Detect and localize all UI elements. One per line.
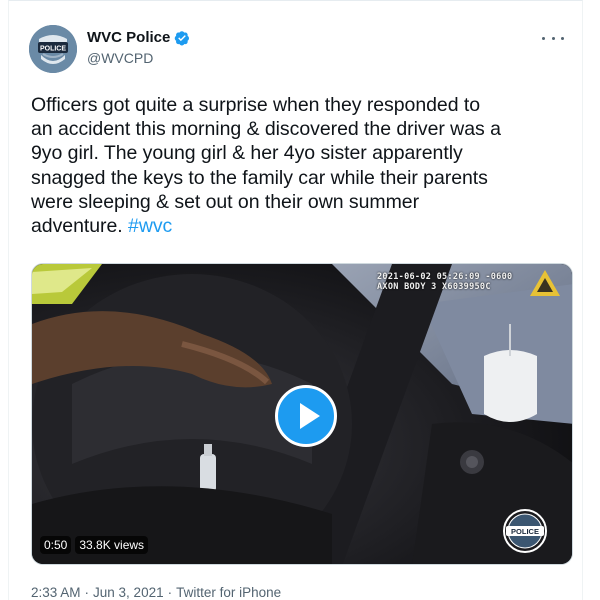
tweet-source[interactable]: Twitter for iPhone bbox=[176, 585, 281, 600]
axon-logo-icon bbox=[530, 270, 560, 296]
video-views: 33.8K views bbox=[75, 536, 149, 554]
tweet-text-line-last: adventure. #wvc bbox=[31, 214, 571, 238]
play-button[interactable] bbox=[275, 385, 337, 447]
meta-separator: · bbox=[167, 585, 173, 600]
verified-badge-icon bbox=[175, 30, 190, 45]
police-badge-avatar-icon: POLICE bbox=[29, 25, 77, 73]
tweet-text: Officers got quite a surprise when they … bbox=[31, 93, 571, 238]
bodycam-timestamp: 2021-06-02 05:26:09 -0600 AXON BODY 3 X6… bbox=[377, 272, 512, 292]
more-options-icon[interactable] bbox=[542, 30, 564, 46]
hashtag-link[interactable]: #wvc bbox=[128, 215, 172, 237]
tweet-time[interactable]: 2:33 AM bbox=[31, 585, 81, 600]
video-player[interactable]: 2021-06-02 05:26:09 -0600 AXON BODY 3 X6… bbox=[31, 263, 573, 565]
svg-text:POLICE: POLICE bbox=[40, 46, 66, 53]
tweet-text-line: snagged the keys to the family car while… bbox=[31, 166, 488, 189]
video-stats: 0:50 33.8K views bbox=[40, 536, 149, 554]
svg-text:POLICE: POLICE bbox=[511, 527, 539, 536]
tweet-text-line: 9yo girl. The young girl & her 4yo siste… bbox=[31, 142, 463, 165]
bodycam-line-1: 2021-06-02 05:26:09 -0600 bbox=[377, 272, 513, 282]
tweet-text-end: adventure. bbox=[31, 215, 123, 238]
author-name-row[interactable]: WVC Police bbox=[87, 29, 190, 46]
tweet-meta: 2:33 AM · Jun 3, 2021 · Twitter for iPhone bbox=[31, 585, 281, 600]
video-duration: 0:50 bbox=[40, 536, 72, 554]
display-name[interactable]: WVC Police bbox=[87, 29, 170, 46]
author-handle[interactable]: @WVCPD bbox=[87, 50, 153, 66]
tweet-date[interactable]: Jun 3, 2021 bbox=[93, 585, 164, 600]
police-watermark-icon: POLICE bbox=[503, 509, 547, 553]
tweet-text-line: were sleeping & set out on their own sum… bbox=[31, 190, 420, 213]
bodycam-line-2: AXON BODY 3 X6039950C bbox=[377, 282, 491, 292]
avatar[interactable]: POLICE bbox=[29, 25, 77, 73]
tweet-text-line: Officers got quite a surprise when they … bbox=[31, 94, 481, 116]
play-icon bbox=[300, 403, 320, 429]
tweet-card[interactable]: POLICE WVC Police @WVCPD Officers got qu… bbox=[8, 0, 583, 600]
meta-separator: · bbox=[84, 585, 90, 600]
tweet-text-line: an accident this morning & discovered th… bbox=[31, 118, 501, 141]
